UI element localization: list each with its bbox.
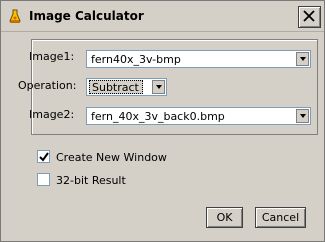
close-icon xyxy=(303,10,315,22)
form-panel: Image1: fern40x_3v-bmp Operation: Subtra… xyxy=(18,39,318,135)
create-new-window-label: Create New Window xyxy=(56,151,167,164)
checkmark-icon xyxy=(39,152,49,162)
chevron-down-icon[interactable] xyxy=(296,109,309,123)
ok-button[interactable]: OK xyxy=(206,207,243,228)
image2-value: fern_40x_3v_back0.bmp xyxy=(91,110,225,123)
cancel-button[interactable]: Cancel xyxy=(255,207,306,228)
create-new-window-checkbox[interactable] xyxy=(37,150,50,163)
window-title: Image Calculator xyxy=(29,9,144,23)
image1-label: Image1: xyxy=(29,50,75,63)
operation-value: Subtract xyxy=(92,81,139,94)
imagej-flask-icon xyxy=(7,8,23,24)
image1-dropdown[interactable]: fern40x_3v-bmp xyxy=(86,50,311,68)
result-32bit-label: 32-bit Result xyxy=(56,174,126,187)
chevron-down-icon[interactable] xyxy=(296,52,309,66)
close-button[interactable] xyxy=(298,6,321,28)
result-32bit-checkbox[interactable] xyxy=(37,173,50,186)
operation-selected: Subtract xyxy=(89,80,143,94)
chevron-down-icon[interactable] xyxy=(152,80,165,94)
operation-dropdown[interactable]: Subtract xyxy=(86,78,167,96)
image2-label: Image2: xyxy=(29,108,75,121)
image2-dropdown[interactable]: fern_40x_3v_back0.bmp xyxy=(86,107,311,125)
title-bar[interactable]: Image Calculator xyxy=(1,1,324,32)
operation-label: Operation: xyxy=(18,79,77,92)
image1-value: fern40x_3v-bmp xyxy=(91,53,181,66)
image-calculator-dialog: Image Calculator Image1: fern40x_3v-bmp … xyxy=(0,0,325,242)
